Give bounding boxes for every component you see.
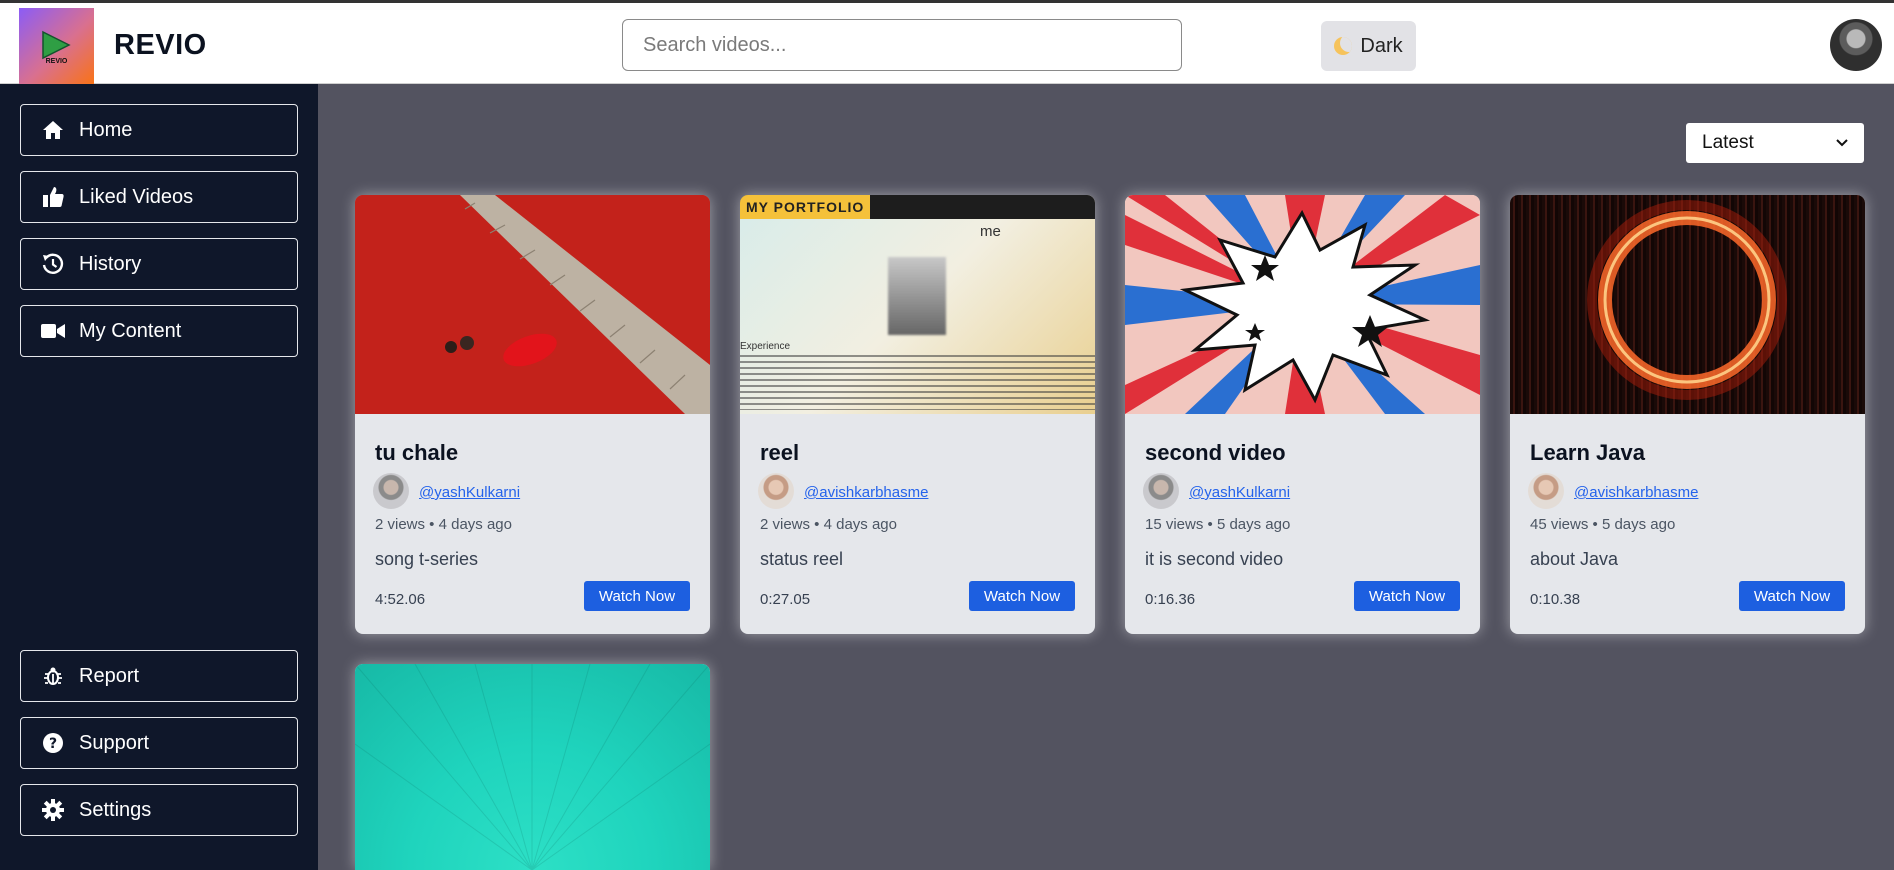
video-camera-icon xyxy=(41,319,65,343)
video-description: about Java xyxy=(1530,549,1619,569)
sidebar-item-history[interactable]: History xyxy=(20,238,298,290)
brand-name[interactable]: REVIO xyxy=(114,29,207,62)
channel-link[interactable]: @yashKulkarni xyxy=(419,484,520,501)
home-icon xyxy=(41,118,65,142)
video-meta: 15 views • 5 days ago xyxy=(1145,516,1291,533)
top-header: REVIO REVIO Dark xyxy=(0,0,1894,84)
video-description: it is second video xyxy=(1145,549,1284,569)
video-meta: 2 views • 4 days ago xyxy=(375,516,512,533)
sidebar-item-settings[interactable]: Settings xyxy=(20,784,298,836)
user-avatar[interactable] xyxy=(1830,19,1882,71)
thumbnail-text-lines xyxy=(740,355,1095,410)
thumbnail-portrait xyxy=(888,257,946,335)
sidebar-item-label: Liked Videos xyxy=(79,185,194,208)
thumbnail-heading: MY PORTFOLIO xyxy=(740,195,871,219)
video-description: status reel xyxy=(760,549,844,569)
video-duration: 0:16.36 xyxy=(1145,591,1196,608)
history-icon xyxy=(41,252,65,276)
video-meta: 45 views • 5 days ago xyxy=(1530,516,1676,533)
sidebar-item-label: Report xyxy=(79,664,140,687)
video-thumbnail[interactable] xyxy=(1125,195,1480,414)
video-duration: 0:27.05 xyxy=(760,591,811,608)
video-duration: 0:10.38 xyxy=(1530,591,1581,608)
sort-select[interactable]: Latest xyxy=(1686,123,1864,163)
sidebar-item-label: Settings xyxy=(79,798,152,821)
video-thumbnail[interactable] xyxy=(355,195,710,414)
svg-text:?: ? xyxy=(49,736,57,752)
watch-now-button[interactable]: Watch Now xyxy=(969,581,1075,611)
video-title[interactable]: tu chale xyxy=(375,440,458,466)
logo-text: REVIO xyxy=(45,58,68,65)
sidebar-item-label: Support xyxy=(79,731,150,754)
sidebar-item-label: Home xyxy=(79,118,133,141)
sidebar-item-liked-videos[interactable]: Liked Videos xyxy=(20,171,298,223)
channel-link[interactable]: @avishkarbhasme xyxy=(804,484,928,501)
video-card-body: tu chale @yashKulkarni 2 views • 4 days … xyxy=(355,414,710,634)
channel-link[interactable]: @avishkarbhasme xyxy=(1574,484,1698,501)
video-card[interactable]: Learn Java @avishkarbhasme 45 views • 5 … xyxy=(1510,195,1865,634)
question-circle-icon: ? xyxy=(41,731,65,755)
gear-icon xyxy=(41,798,65,822)
sidebar: Home Liked Videos History My Content Rep… xyxy=(0,84,318,870)
thumbnail-caption: me xyxy=(980,223,1001,240)
video-card-body: second video @yashKulkarni 15 views • 5 … xyxy=(1125,414,1480,634)
video-thumbnail[interactable]: MY PORTFOLIO me Experience xyxy=(740,195,1095,414)
sidebar-item-report[interactable]: Report xyxy=(20,650,298,702)
video-card-body: Learn Java @avishkarbhasme 45 views • 5 … xyxy=(1510,414,1865,634)
sidebar-item-label: History xyxy=(79,252,142,275)
video-card-body: reel @avishkarbhasme 2 views • 4 days ag… xyxy=(740,414,1095,634)
theme-toggle-label: Dark xyxy=(1360,34,1403,57)
thumbs-up-icon xyxy=(41,185,65,209)
channel-avatar[interactable] xyxy=(373,473,409,509)
sidebar-item-home[interactable]: Home xyxy=(20,104,298,156)
moon-icon xyxy=(1334,37,1353,55)
channel-avatar[interactable] xyxy=(1143,473,1179,509)
app-logo[interactable]: REVIO xyxy=(19,8,94,84)
watch-now-button[interactable]: Watch Now xyxy=(1739,581,1845,611)
channel-avatar[interactable] xyxy=(758,473,794,509)
sort-selected-value: Latest xyxy=(1702,132,1754,153)
video-card[interactable] xyxy=(355,664,710,870)
video-card[interactable]: second video @yashKulkarni 15 views • 5 … xyxy=(1125,195,1480,634)
watch-now-button[interactable]: Watch Now xyxy=(584,581,690,611)
video-card[interactable]: tu chale @yashKulkarni 2 views • 4 days … xyxy=(355,195,710,634)
video-description: song t-series xyxy=(375,549,479,569)
video-thumbnail[interactable] xyxy=(355,664,710,870)
video-duration: 4:52.06 xyxy=(375,591,426,608)
video-title[interactable]: second video xyxy=(1145,440,1286,466)
thumbnail-section: Experience xyxy=(740,341,791,352)
channel-link[interactable]: @yashKulkarni xyxy=(1189,484,1290,501)
video-meta: 2 views • 4 days ago xyxy=(760,516,897,533)
bug-icon xyxy=(41,664,65,688)
watch-now-button[interactable]: Watch Now xyxy=(1354,581,1460,611)
video-title[interactable]: Learn Java xyxy=(1530,440,1645,466)
theme-toggle-button[interactable]: Dark xyxy=(1321,21,1416,71)
video-thumbnail[interactable] xyxy=(1510,195,1865,414)
search-input[interactable] xyxy=(622,19,1182,71)
sidebar-item-label: My Content xyxy=(79,319,182,342)
play-icon xyxy=(42,30,71,60)
channel-avatar[interactable] xyxy=(1528,473,1564,509)
video-card[interactable]: MY PORTFOLIO me Experience reel @avishka… xyxy=(740,195,1095,634)
sidebar-item-support[interactable]: ? Support xyxy=(20,717,298,769)
video-title[interactable]: reel xyxy=(760,440,799,466)
chevron-down-icon xyxy=(1836,139,1848,147)
sidebar-item-my-content[interactable]: My Content xyxy=(20,305,298,357)
